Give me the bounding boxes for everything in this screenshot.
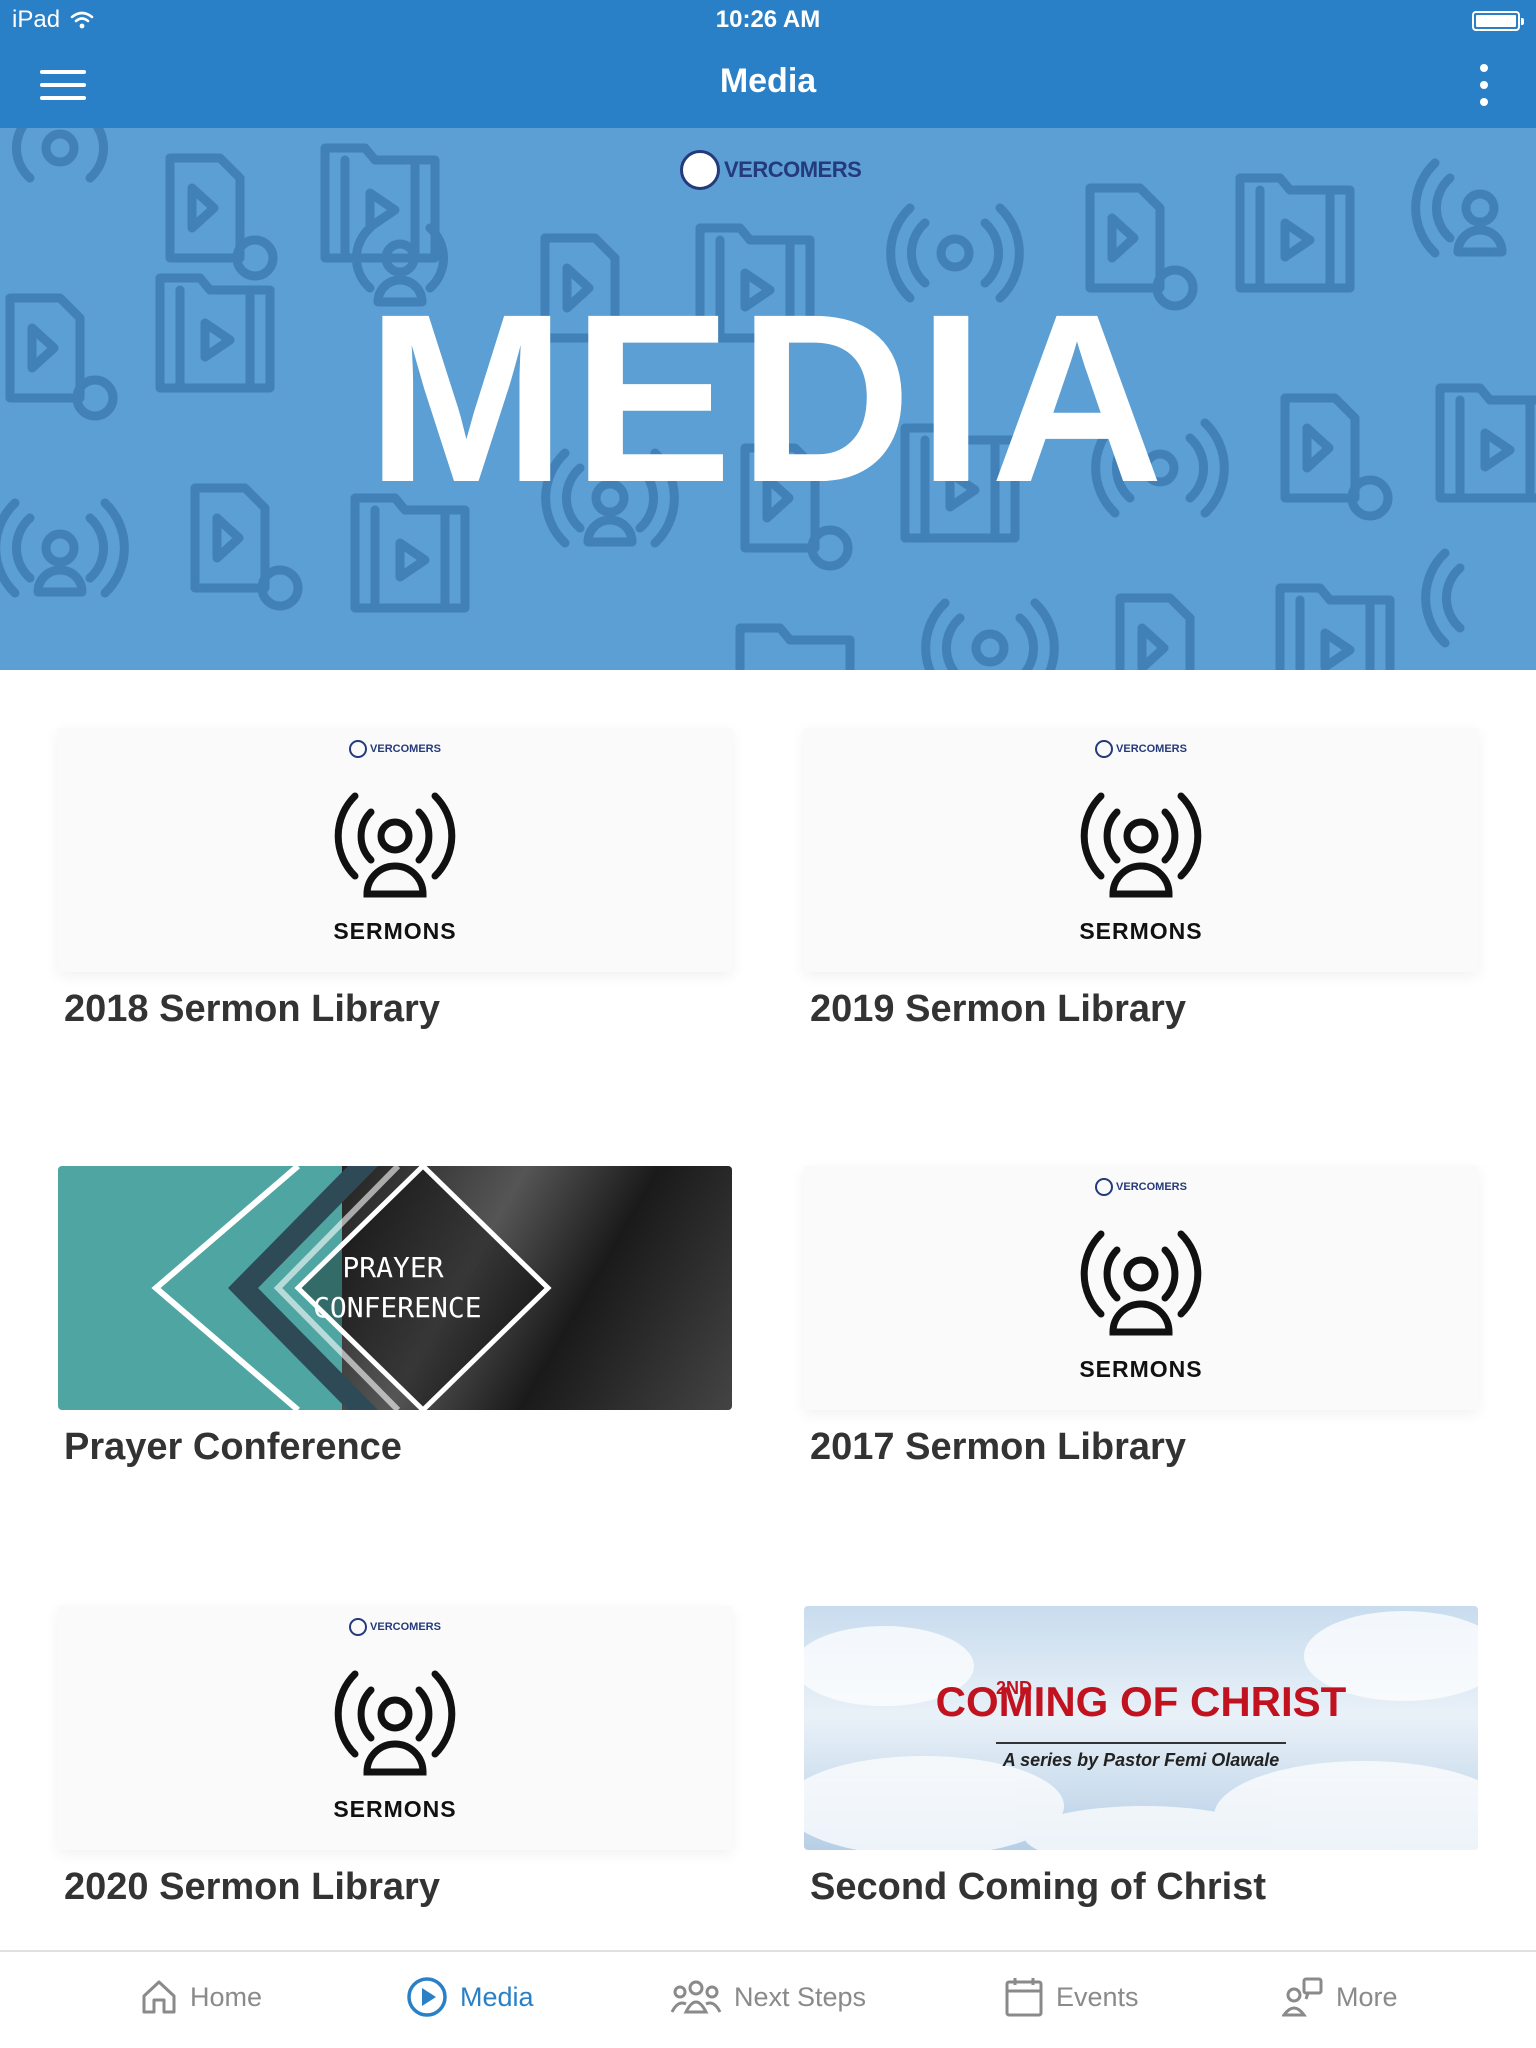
media-card-2018-sermon-library[interactable]: VERCOMERS SERMONS 2018 Sermon Library [58, 728, 732, 1103]
logo-text: VERCOMERS [58, 740, 732, 758]
tab-label: Media [460, 1981, 534, 2012]
tab-home[interactable]: Home [140, 1972, 262, 2022]
tab-next-steps[interactable]: Next Steps [670, 1972, 866, 2022]
logo-text: VERCOMERS [804, 1178, 1478, 1196]
thumbnail-label: SERMONS [1079, 1356, 1203, 1382]
series-subtitle: A series by Pastor Femi Olawale [1002, 1750, 1280, 1770]
tab-label: Events [1056, 1981, 1139, 2012]
clouds-graphic [804, 1611, 1478, 1850]
broadcast-icon [334, 1670, 456, 1776]
battery-icon [1472, 11, 1524, 31]
status-bar: iPad 10:26 AM [0, 0, 1536, 42]
broadcast-icon [1080, 1230, 1202, 1336]
tab-label: More [1336, 1981, 1398, 2012]
sermons-thumbnail: VERCOMERS SERMONS [804, 728, 1478, 972]
title-line-2: CONFERENCE [313, 1291, 482, 1324]
card-title: Prayer Conference [64, 1426, 402, 1468]
thumbnail-label: SERMONS [1079, 918, 1203, 944]
media-card-2020-sermon-library[interactable]: VERCOMERS SERMONS 2020 Sermon Library [58, 1606, 732, 1981]
media-card-2019-sermon-library[interactable]: VERCOMERS SERMONS 2019 Sermon Library [804, 728, 1478, 1103]
tab-media[interactable]: Media [406, 1972, 534, 2022]
church-logo: VERCOMERS [680, 150, 862, 190]
title-underline [996, 1742, 1286, 1744]
tab-label: Home [190, 1981, 263, 2012]
logo-text: VERCOMERS [724, 157, 862, 182]
play-circle-icon [407, 1977, 447, 2017]
broadcast-icon [1080, 792, 1202, 898]
tab-more[interactable]: More [1282, 1972, 1398, 2022]
more-options-icon[interactable] [1472, 62, 1496, 108]
logo-text: VERCOMERS [58, 1618, 732, 1636]
calendar-icon [1005, 1978, 1043, 2017]
logo-mark-icon [680, 150, 720, 190]
card-title: Second Coming of Christ [810, 1866, 1266, 1908]
bottom-tab-bar: Home Media Next Steps Events More [0, 1950, 1536, 2048]
sermons-thumbnail: VERCOMERS SERMONS [58, 728, 732, 972]
card-title: 2020 Sermon Library [64, 1866, 440, 1908]
media-card-2017-sermon-library[interactable]: VERCOMERS SERMONS 2017 Sermon Library [804, 1166, 1478, 1541]
people-icon [670, 1980, 722, 2014]
hero-banner: VERCOMERS MEDIA [0, 128, 1536, 670]
thumbnail-label: SERMONS [333, 1796, 457, 1822]
title-line-1: PRAYER [342, 1251, 444, 1284]
prayer-conference-thumbnail: PRAYER CONFERENCE [58, 1166, 732, 1410]
card-title: 2018 Sermon Library [64, 988, 440, 1030]
sermons-thumbnail: VERCOMERS SERMONS [58, 1606, 732, 1850]
page-title: Media [719, 62, 817, 100]
series-title: COMING OF CHRIST [935, 1678, 1347, 1725]
sermons-thumbnail: VERCOMERS SERMONS [804, 1166, 1478, 1410]
card-title: 2017 Sermon Library [810, 1426, 1186, 1468]
status-time: 10:26 AM [715, 6, 821, 33]
tab-events[interactable]: Events [1004, 1972, 1139, 2022]
broadcast-icon [334, 792, 456, 898]
card-title: 2019 Sermon Library [810, 988, 1186, 1030]
thumbnail-label: SERMONS [333, 918, 457, 944]
media-card-prayer-conference[interactable]: PRAYER CONFERENCE Prayer Conference [58, 1166, 732, 1541]
more-icon [1282, 1977, 1323, 2017]
media-card-second-coming-of-christ[interactable]: 2ND COMING OF CHRIST A series by Pastor … [804, 1606, 1478, 1981]
tab-label: Next Steps [734, 1981, 867, 2012]
nav-bar: Media [0, 42, 1536, 128]
home-icon [142, 1980, 176, 2014]
prayer-conference-title: PRAYER CONFERENCE [313, 1248, 482, 1328]
logo-text: VERCOMERS [804, 740, 1478, 758]
hero-title: MEDIA [366, 264, 1170, 532]
second-coming-thumbnail: 2ND COMING OF CHRIST A series by Pastor … [804, 1606, 1478, 1850]
